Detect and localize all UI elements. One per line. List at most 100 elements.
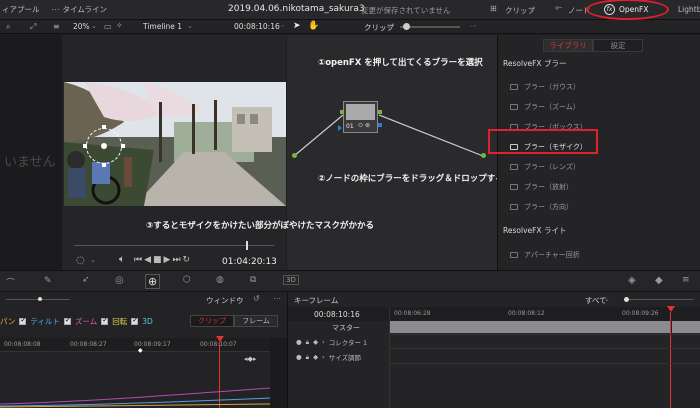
transport-controls[interactable]: ⏮◀■▶⏭↻ bbox=[134, 255, 192, 265]
filter-rotate-checkbox[interactable] bbox=[131, 316, 139, 325]
mosaic-highlight-box bbox=[488, 129, 598, 154]
keyframes-playhead-marker[interactable] bbox=[667, 306, 675, 312]
tab-library[interactable]: ライブラリ bbox=[543, 39, 593, 52]
filter-tilt-checkbox[interactable] bbox=[63, 316, 71, 325]
mask-top-handle[interactable] bbox=[102, 125, 106, 129]
nodes-icon: ⟜ bbox=[555, 3, 563, 13]
curves-icon[interactable]: ⌒ bbox=[6, 276, 15, 289]
blur-tool-icon[interactable]: ◍ bbox=[216, 275, 224, 285]
eyedropper-icon[interactable]: ➶ bbox=[82, 275, 90, 285]
circle-overlay-icon[interactable]: ◌ bbox=[76, 255, 85, 266]
timeline-icon: ⋯ bbox=[51, 5, 60, 14]
keyframes-icon[interactable]: ◆ bbox=[655, 275, 663, 286]
expand-chevron-icon[interactable]: › bbox=[322, 338, 325, 346]
openfx-highlight-ellipse bbox=[586, 0, 669, 20]
diamond-icon: ◆ bbox=[313, 338, 319, 346]
diamond-icon: ◆ bbox=[313, 353, 319, 361]
track-sizing[interactable]: ● 🔒︎ ◆ › サイズ調節 bbox=[296, 352, 361, 363]
lock-icon[interactable]: 🔒︎ bbox=[306, 353, 309, 362]
expand-chevron-icon[interactable]: › bbox=[322, 353, 325, 361]
filter-zoom-checkbox[interactable] bbox=[101, 316, 109, 325]
tracker-scrollbar[interactable] bbox=[270, 338, 287, 408]
scrubber-playhead[interactable] bbox=[246, 241, 248, 250]
fx-item-directional[interactable]: ブラー（方向） bbox=[498, 199, 700, 215]
viewer-image bbox=[64, 82, 286, 206]
reset-icon[interactable]: ↺ bbox=[253, 294, 260, 303]
fx-item-lens[interactable]: ブラー（レンズ） bbox=[498, 159, 700, 175]
fx-item-aperture[interactable]: アパーチャー回折 bbox=[498, 247, 580, 263]
zoom-select[interactable]: 20% bbox=[73, 22, 90, 31]
mask-right-handle[interactable] bbox=[121, 144, 125, 148]
search-icon[interactable]: ⌕ bbox=[6, 22, 10, 32]
overlay-chevron-icon[interactable]: ⌄ bbox=[90, 256, 96, 264]
master-track-bar-tail[interactable] bbox=[672, 321, 700, 333]
tab-clip[interactable]: クリップ bbox=[190, 315, 234, 327]
mask-center-handle[interactable] bbox=[101, 143, 107, 149]
fx-item-zoom[interactable]: ブラー（ズーム） bbox=[498, 99, 700, 115]
clip-grid-icon[interactable]: ⊞ bbox=[490, 4, 497, 13]
annotation-step2: ②ノードの枠にブラーをドラッグ＆ドロップする bbox=[318, 174, 504, 184]
corrector-node[interactable]: 01 ⬭ ⊛ bbox=[343, 101, 378, 133]
keyframe-nav-icon[interactable]: ◂◆▸ bbox=[244, 355, 256, 363]
list-icon[interactable]: ≡ bbox=[53, 22, 60, 31]
node-input-dot[interactable] bbox=[292, 153, 297, 158]
scopes-icon[interactable]: ≡ bbox=[682, 275, 690, 285]
tracker-options-icon[interactable]: ⋯ bbox=[273, 294, 281, 303]
magic-wand-icon[interactable]: ✧ bbox=[116, 21, 123, 30]
timeline-chevron-icon[interactable]: ⌄ bbox=[187, 22, 193, 30]
timeline-name[interactable]: Timeline 1 bbox=[143, 22, 182, 31]
keyframe-diamond[interactable]: ◆ bbox=[138, 347, 143, 354]
track-divider bbox=[389, 334, 700, 335]
keyframes-zoom-slider[interactable] bbox=[624, 299, 694, 300]
tracker-playhead-marker[interactable] bbox=[216, 336, 224, 342]
node-key-input[interactable] bbox=[338, 125, 342, 131]
fx-item-radial[interactable]: ブラー（放射） bbox=[498, 179, 700, 195]
mask-bottom-handle[interactable] bbox=[102, 163, 106, 167]
fx-item-gaussian[interactable]: ブラー（ガウス） bbox=[498, 79, 700, 95]
lightbox-tab[interactable]: Lightb bbox=[678, 5, 700, 14]
key-icon[interactable]: ⧉ bbox=[250, 275, 256, 285]
unsaved-status: 変更が保存されていません bbox=[361, 6, 451, 15]
master-track-bar[interactable] bbox=[389, 321, 670, 333]
node-output-port[interactable] bbox=[378, 110, 382, 114]
keyframes-filter-chevron-icon[interactable]: ⌄ bbox=[604, 295, 610, 303]
window-icon[interactable]: ◎ bbox=[115, 275, 124, 286]
pointer-icon[interactable]: ➤ bbox=[293, 21, 301, 31]
viewer-timecode: 01:04:20:13 bbox=[222, 257, 277, 267]
tab-frame[interactable]: フレーム bbox=[234, 315, 278, 327]
lock-icon[interactable]: 🔒︎ bbox=[306, 338, 309, 347]
track-corrector[interactable]: ● 🔒︎ ◆ › コレクター 1 bbox=[296, 337, 367, 348]
volume-icon[interactable]: 🔈︎ bbox=[119, 254, 125, 265]
filter-pan-label: パン bbox=[0, 317, 16, 326]
options-icon[interactable]: ⋯ bbox=[278, 22, 285, 30]
tab-settings[interactable]: 設定 bbox=[593, 39, 643, 52]
frame-icon[interactable]: ▭ bbox=[104, 22, 112, 31]
keyframes-zoom-handle[interactable] bbox=[624, 297, 629, 302]
node-zoom-handle[interactable] bbox=[403, 23, 410, 30]
hand-icon[interactable]: ✋ bbox=[308, 21, 319, 31]
media-pool-tab[interactable]: ィアプール bbox=[2, 4, 40, 15]
sizing-icon[interactable]: ◈ bbox=[628, 275, 636, 286]
viewer-scrubber[interactable] bbox=[74, 245, 274, 246]
expand-icon[interactable]: ⤢ bbox=[30, 22, 36, 32]
kf-ruler-tc: 00:08:09:26 bbox=[622, 310, 659, 317]
3d-icon[interactable]: 3D bbox=[283, 275, 299, 285]
node-key-port[interactable] bbox=[378, 123, 382, 127]
node-clip-chevron-icon[interactable]: ⌄ bbox=[386, 22, 392, 30]
fx-item-label: ブラー（方向） bbox=[524, 203, 573, 211]
zoom-chevron-icon[interactable]: ⌄ bbox=[91, 22, 97, 30]
chevron-down-icon[interactable]: ⌄ bbox=[529, 5, 535, 13]
magic-mask-icon[interactable]: ⬡ bbox=[183, 275, 191, 285]
window-chevron-icon[interactable]: ⌄ bbox=[236, 295, 242, 303]
node-input-port[interactable] bbox=[340, 110, 344, 114]
qualifier-icon[interactable]: ✎ bbox=[44, 276, 52, 286]
timeline-tab[interactable]: タイムライン bbox=[63, 4, 107, 15]
tracker-slider-handle[interactable] bbox=[38, 297, 42, 301]
node-output-dot[interactable] bbox=[481, 153, 486, 158]
mask-left-handle[interactable] bbox=[83, 144, 87, 148]
node-options-icon[interactable]: ⋯ bbox=[470, 22, 477, 30]
filter-pan-checkbox[interactable] bbox=[19, 316, 27, 325]
viewer-timecode-top: 00:08:10:16 bbox=[234, 22, 280, 31]
empty-media-text: いません bbox=[4, 155, 56, 170]
tracker-icon[interactable]: ⊕ bbox=[145, 274, 161, 289]
